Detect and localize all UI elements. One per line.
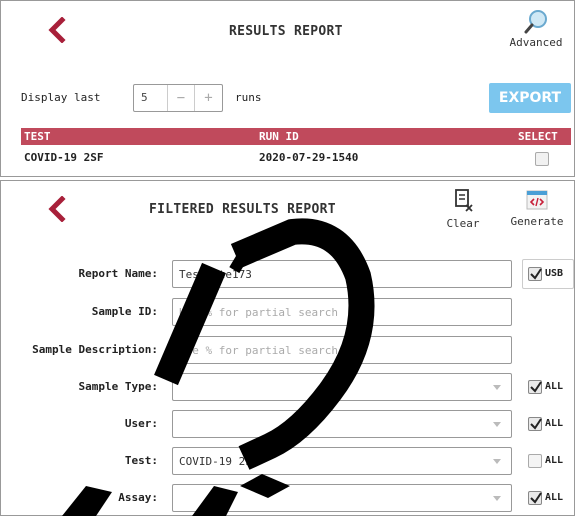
sample-id-label: Sample ID: [91,305,158,318]
chevron-down-icon [493,422,501,427]
report-name-input[interactable]: TestSite173 [172,260,512,288]
sample-description-input[interactable]: Use % for partial search [172,336,512,364]
runs-stepper[interactable]: 5 − + [133,84,223,112]
decrement-button[interactable]: − [168,85,195,111]
user-dropdown[interactable] [172,410,512,438]
advanced-button[interactable]: Advanced [501,9,571,54]
column-header-test: TEST [24,130,51,143]
check-icon [530,418,542,430]
display-last-label: Display last [21,91,101,104]
results-report-panel: RESULTS REPORT Advanced Display last 5 −… [0,0,575,177]
chevron-down-icon [493,459,501,464]
row-test: COVID-19 2SF [24,151,104,164]
sample-type-label: Sample Type: [78,380,158,393]
runs-value[interactable]: 5 [134,85,168,111]
all-label: ALL [545,455,564,466]
row-run-id: 2020-07-29-1540 [259,151,359,164]
check-icon [530,492,542,504]
test-value: COVID-19 2SF [179,455,259,468]
check-icon [530,381,542,393]
all-label: ALL [545,381,564,392]
chevron-down-icon [493,496,501,501]
generate-label: Generate [510,215,564,228]
clear-document-icon [455,189,473,212]
magnifier-icon [524,10,547,34]
sample-type-all-checkbox[interactable]: ALL [522,372,574,402]
back-arrow-icon[interactable] [45,17,67,43]
generate-code-icon [526,190,548,210]
chevron-down-icon [493,385,501,390]
usb-checkbox[interactable]: USB [522,259,574,289]
user-all-checkbox[interactable]: ALL [522,409,574,439]
sample-type-dropdown[interactable] [172,373,512,401]
sample-description-label: Sample Description: [32,343,158,356]
increment-button[interactable]: + [195,85,222,111]
filtered-report-panel: FILTERED RESULTS REPORT Clear Generate R… [0,180,575,516]
page-title: RESULTS REPORT [229,24,343,39]
assay-dropdown[interactable] [172,484,512,512]
column-header-select: SELECT [518,130,558,143]
runs-label: runs [235,91,262,104]
report-name-label: Report Name: [78,267,158,280]
results-table-header: TEST RUN ID SELECT [21,128,571,145]
test-all-checkbox[interactable]: ALL [522,446,574,476]
sample-id-input[interactable]: Use % for partial search [172,298,512,326]
clear-button[interactable]: Clear [442,189,484,230]
assay-label: Assay: [118,491,158,504]
clear-label: Clear [446,217,480,230]
report-name-value: TestSite173 [179,268,252,281]
all-label: ALL [545,492,564,503]
table-row[interactable]: COVID-19 2SF 2020-07-29-1540 [21,149,571,171]
generate-button[interactable]: Generate [503,189,571,228]
check-icon [530,268,542,280]
row-select-checkbox[interactable] [535,152,549,166]
export-button[interactable]: EXPORT [489,83,571,113]
user-label: User: [124,417,158,430]
all-label: ALL [545,418,564,429]
advanced-label: Advanced [509,36,563,49]
back-arrow-icon[interactable] [45,196,67,222]
column-header-run-id: RUN ID [259,130,299,143]
assay-all-checkbox[interactable]: ALL [522,483,574,513]
test-label: Test: [124,454,158,467]
usb-label: USB [545,268,564,279]
filtered-page-title: FILTERED RESULTS REPORT [149,202,336,217]
test-dropdown[interactable]: COVID-19 2SF [172,447,512,475]
